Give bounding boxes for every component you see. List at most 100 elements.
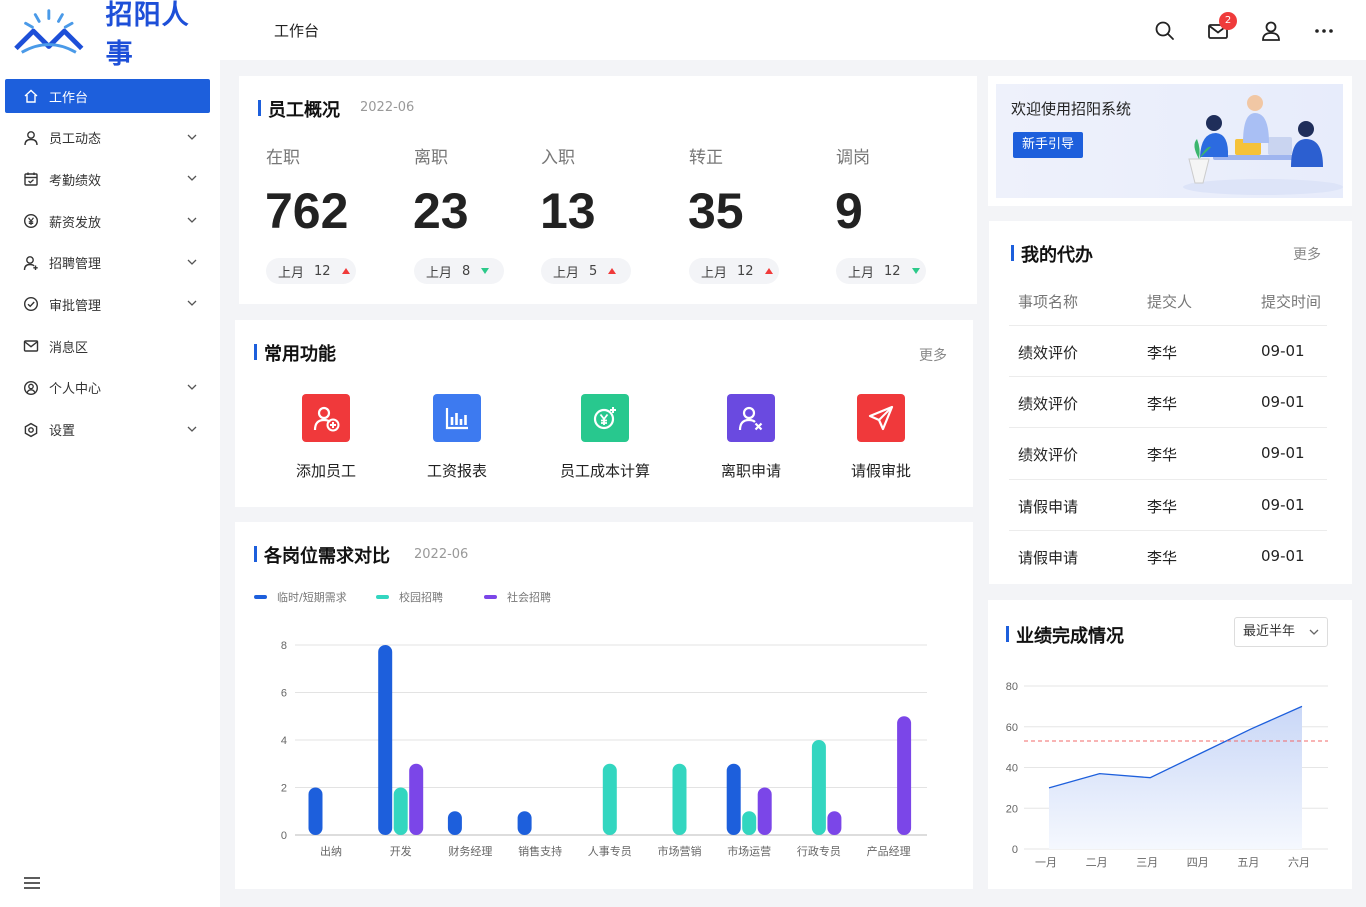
x-tick-label: 销售支持 [518,844,562,858]
x-tick-label: 出纳 [320,844,342,858]
quick-function-2[interactable]: 员工成本计算 [540,394,670,481]
stat-compare-pill: 上月 12 [266,258,356,284]
todo-column-header: 提交时间 [1261,293,1322,311]
welcome-text: 欢迎使用招阳系统 [1011,100,1132,118]
demand-chart-card: 各岗位需求对比 2022-06 临时/短期需求 校园招聘 社会招聘 0 2 4 6 8 出纳开… [235,522,973,889]
home-icon [22,87,40,105]
y-tick-label: 2 [281,783,287,795]
mail-icon [22,337,40,355]
user-remove-icon [727,394,775,442]
todo-cell: 09-01 [1261,342,1305,360]
sidebar-item-7[interactable]: 个人中心 [5,371,210,405]
search-icon[interactable] [1154,20,1176,42]
stat-label: 入职 [541,148,575,168]
quick-function-label: 工资报表 [426,462,487,480]
trend-up-icon [341,268,350,274]
stat-prev-label: 上月 [848,265,875,281]
trend-up-icon [608,268,617,274]
chevron-down-icon [187,134,197,140]
x-tick-label: 市场营销 [658,844,702,858]
stat-value: 23 [413,183,469,239]
sidebar-item-2[interactable]: 考勤绩效 [5,162,210,196]
todo-title: 我的代办 [1011,241,1093,267]
x-tick-label: 五月 [1237,856,1259,869]
todo-cell: 李华 [1147,395,1178,414]
sidebar-item-label: 个人中心 [49,382,102,398]
sidebar-item-3[interactable]: 薪资发放 [5,204,210,238]
sidebar-item-1[interactable]: 员工动态 [5,121,210,155]
logo-icon [14,9,84,54]
bar [742,811,757,835]
todo-cell: 绩效评价 [1018,446,1079,465]
guide-button[interactable]: 新手引导 [1013,132,1083,158]
calendar-icon [22,170,40,188]
todo-cell: 绩效评价 [1018,344,1079,362]
todo-row[interactable]: 请假申请 李华 09-01 [1009,529,1327,581]
overview-title: 员工概况 [258,96,340,122]
bar [447,811,462,835]
sidebar-item-label: 招聘管理 [49,257,102,273]
quick-function-0[interactable]: 添加员工 [261,394,391,481]
user-icon [22,129,40,147]
chevron-down-icon [187,384,197,390]
quick-function-label: 离职申请 [720,462,781,480]
todo-more-link[interactable]: 更多 [1293,244,1321,264]
period-select-value: 最近半年 [1243,624,1296,639]
bar [517,811,532,835]
stat-prev-label: 上月 [701,265,728,281]
stat-prev-value: 5 [589,263,598,279]
user-profile-icon[interactable] [1260,20,1282,42]
top-header: 工作台 [220,0,1366,60]
stat-label: 在职 [266,148,300,168]
quick-function-3[interactable]: 离职申请 [686,394,816,481]
todo-cell: 李华 [1147,344,1178,362]
x-tick-label: 市场运营 [727,844,771,858]
sidebar-item-8[interactable]: 设置 [5,413,210,447]
todo-row[interactable]: 绩效评价 李华 09-01 [1009,376,1327,427]
todo-row[interactable]: 绩效评价 李华 09-01 [1009,427,1327,478]
todo-row[interactable]: 绩效评价 李华 09-01 [1009,325,1327,376]
quick-more-link[interactable]: 更多 [919,345,947,365]
period-select[interactable]: 最近半年 [1234,617,1328,647]
bar [897,716,912,835]
page-title: 工作台 [274,22,320,40]
y-tick-label: 4 [281,735,287,747]
sidebar-item-0[interactable]: 工作台 [5,79,210,113]
y-tick-label: 0 [281,830,287,842]
x-tick-label: 一月 [1035,856,1057,869]
sidebar: 招阳人事 工作台员工动态考勤绩效薪资发放招聘管理审批管理消息区个人中心设置 [0,0,220,907]
todo-cell: 请假申请 [1018,497,1079,516]
todo-cell: 09-01 [1261,495,1305,514]
sidebar-item-6[interactable]: 消息区 [5,329,210,363]
profile-icon [22,379,40,397]
demand-bar-chart: 0 2 4 6 8 出纳 开发 财务经理 销售支持 人事专员 市场营销 市场运营 行政专员 产品经理 [281,640,927,858]
todo-card: 我的代办 更多 事项名称 提交人 提交时间 绩效评价 李华 09-01 绩效评价 李华 09-0… [989,221,1352,584]
more-options-icon[interactable] [1313,20,1335,42]
stat-value: 13 [540,183,596,239]
welcome-banner: 欢迎使用招阳系统 新手引导 [996,84,1343,198]
todo-cell: 09-01 [1261,546,1305,565]
sidebar-item-5[interactable]: 审批管理 [5,287,210,321]
todo-row[interactable]: 请假申请 李华 09-01 [1009,478,1327,530]
cost-icon [581,394,629,442]
y-tick-label: 6 [281,688,287,700]
sidebar-menu: 工作台员工动态考勤绩效薪资发放招聘管理审批管理消息区个人中心设置 [5,79,210,454]
quick-functions-card: 常用功能 更多 添加员工 工资报表 员工成本计算 离职申请 请假审批 [235,320,973,507]
stat-label: 调岗 [836,148,870,168]
quick-function-1[interactable]: 工资报表 [392,394,522,481]
x-tick-label: 四月 [1187,856,1209,869]
sidebar-item-label: 工作台 [49,90,89,106]
app-logo[interactable]: 招阳人事 [14,0,214,70]
menu-toggle-icon[interactable] [24,876,40,890]
bar [726,763,741,835]
quick-function-4[interactable]: 请假审批 [816,394,946,481]
sidebar-item-label: 薪资发放 [49,215,102,231]
quick-function-label: 添加员工 [295,462,356,480]
y-tick-label: 60 [1006,722,1018,734]
chevron-down-icon [187,217,197,223]
sidebar-item-4[interactable]: 招聘管理 [5,246,210,280]
x-tick-label: 开发 [390,844,412,858]
x-tick-label: 财务经理 [448,844,492,858]
trend-down-icon [481,268,490,274]
x-tick-label: 六月 [1288,856,1310,869]
